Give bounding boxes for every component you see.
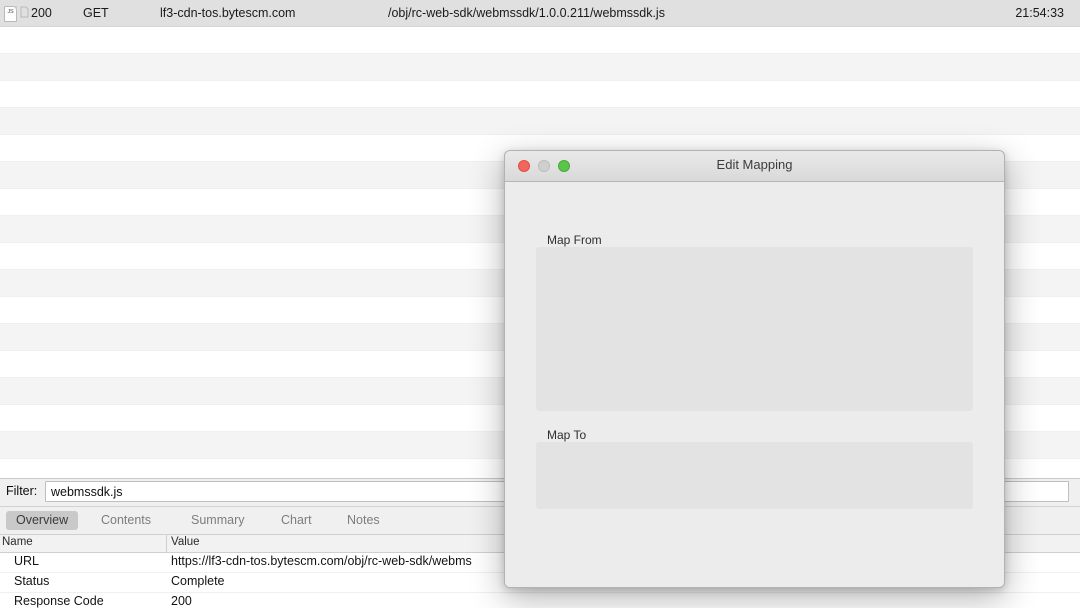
traffic-row-empty[interactable] <box>0 54 1080 81</box>
traffic-path: /obj/rc-web-sdk/webmssdk/1.0.0.211/webms… <box>388 6 665 20</box>
traffic-method: GET <box>83 6 109 20</box>
detail-row-value: Complete <box>171 574 225 588</box>
tab-overview[interactable]: Overview <box>6 511 79 530</box>
column-divider <box>166 535 167 552</box>
dialog-title: Edit Mapping <box>716 157 793 172</box>
tab-contents[interactable]: Contents <box>91 511 161 530</box>
traffic-row-empty[interactable] <box>0 108 1080 135</box>
traffic-row-selected[interactable]: 200 GET lf3-cdn-tos.bytescm.com /obj/rc-… <box>0 0 1080 27</box>
detail-row-value: 200 <box>171 594 192 608</box>
detail-row-name: Response Code <box>14 594 104 608</box>
map-from-group-box <box>536 247 973 411</box>
detail-row-value: https://lf3-cdn-tos.bytescm.com/obj/rc-w… <box>171 554 472 568</box>
tab-summary[interactable]: Summary <box>181 511 254 530</box>
traffic-row-empty[interactable] <box>0 81 1080 108</box>
secondary-file-glyph-icon <box>20 6 29 18</box>
map-to-group-box <box>536 442 973 509</box>
traffic-time: 21:54:33 <box>1015 6 1064 20</box>
dialog-titlebar[interactable]: Edit Mapping <box>505 151 1004 182</box>
tab-notes[interactable]: Notes <box>337 511 390 530</box>
detail-row-name: Status <box>14 574 50 588</box>
traffic-host: lf3-cdn-tos.bytescm.com <box>160 6 296 20</box>
column-header-value: Value <box>171 536 200 548</box>
edit-mapping-dialog: Edit Mapping Map From Protocol: https Ho… <box>504 150 1005 588</box>
traffic-status-code: 200 <box>31 6 52 20</box>
tab-chart[interactable]: Chart <box>271 511 322 530</box>
traffic-row-empty[interactable] <box>0 27 1080 54</box>
dialog-body: Map From Protocol: https Host: Port: Pat… <box>505 182 1004 587</box>
query-label: Query: <box>965 531 1004 546</box>
filter-label: Filter: <box>6 484 38 498</box>
map-to-group-label: Map To <box>547 428 587 442</box>
protocol-label: Protocol: <box>965 413 1005 428</box>
table-row[interactable]: Response Code 200 <box>0 593 1080 608</box>
detail-row-name: URL <box>14 554 40 568</box>
map-from-group-label: Map From <box>547 233 602 247</box>
charles-proxy-window: 200 GET lf3-cdn-tos.bytescm.com /obj/rc-… <box>0 0 1080 608</box>
column-header-name: Name <box>2 536 33 548</box>
